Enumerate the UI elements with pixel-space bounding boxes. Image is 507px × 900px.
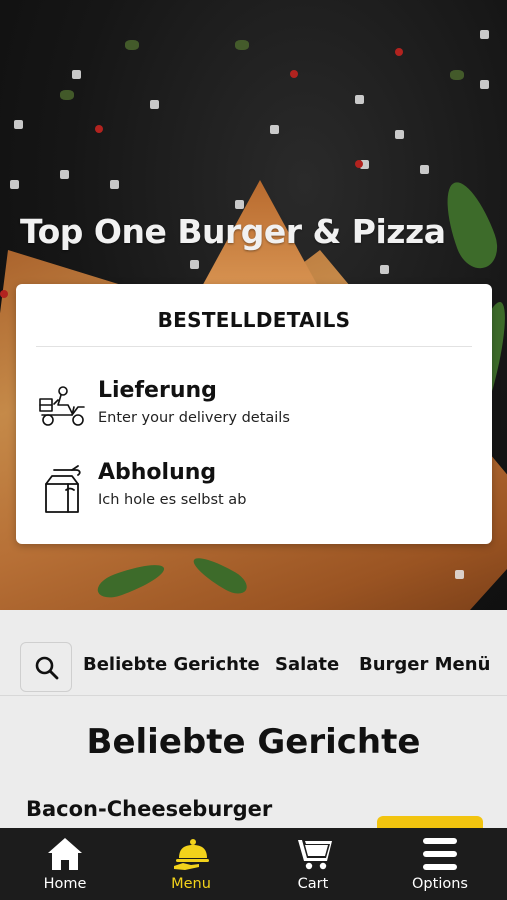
card-title: BESTELLDETAILS <box>157 308 351 332</box>
pickup-option[interactable]: Abholung Ich hole es selbst ab <box>38 456 468 522</box>
salt-grain <box>455 570 464 579</box>
delivery-option[interactable]: Lieferung Enter your delivery details <box>38 374 468 440</box>
herb-fleck <box>450 70 464 80</box>
delivery-scooter-icon <box>39 386 85 426</box>
herb-fleck <box>235 40 249 50</box>
cart-icon <box>296 840 332 870</box>
nav-label: Cart <box>297 876 329 892</box>
salt-grain <box>235 200 244 209</box>
option-description: Ich hole es selbst ab <box>98 492 247 508</box>
nav-label: Home <box>43 876 87 892</box>
salt-grain <box>150 100 159 109</box>
peppercorn <box>0 290 8 298</box>
salt-grain <box>480 30 489 39</box>
salt-grain <box>72 70 81 79</box>
salt-grain <box>420 165 429 174</box>
nav-cart[interactable]: Cart <box>263 828 363 900</box>
salt-grain <box>270 125 279 134</box>
home-icon <box>48 838 82 870</box>
salt-grain <box>395 130 404 139</box>
peppercorn <box>355 160 363 168</box>
search-icon <box>35 656 59 680</box>
bottom-navigation: Home Menu Cart Options <box>0 828 507 900</box>
herb-fleck <box>60 90 74 100</box>
nav-label: Menu <box>171 876 211 892</box>
salt-grain <box>10 180 19 189</box>
salt-grain <box>480 80 489 89</box>
nav-label: Options <box>412 876 468 892</box>
divider <box>36 346 472 347</box>
salt-grain <box>14 120 23 129</box>
salt-grain <box>380 265 389 274</box>
search-button[interactable] <box>20 642 72 692</box>
option-name: Abholung <box>98 460 217 485</box>
category-tab-burger-menu[interactable]: Burger Menü <box>359 654 490 675</box>
category-tab-salads[interactable]: Salate <box>275 654 339 675</box>
salt-grain <box>355 95 364 104</box>
salt-grain <box>110 180 119 189</box>
serving-cloche-icon <box>174 839 209 870</box>
peppercorn <box>95 125 103 133</box>
restaurant-title: Top One Burger & Pizza <box>20 212 446 251</box>
salt-grain <box>190 260 199 269</box>
section-title: Beliebte Gerichte <box>86 722 421 762</box>
order-details-card: BESTELLDETAILS Lieferung Enter your deli… <box>16 284 492 544</box>
herb-fleck <box>125 40 139 50</box>
category-tab-popular[interactable]: Beliebte Gerichte <box>83 654 260 675</box>
peppercorn <box>290 70 298 78</box>
hamburger-menu-icon <box>423 838 457 870</box>
nav-menu[interactable]: Menu <box>141 828 241 900</box>
nav-home[interactable]: Home <box>15 828 115 900</box>
peppercorn <box>395 48 403 56</box>
category-bar: Beliebte Gerichte Salate Burger Menü <box>0 610 507 696</box>
nav-options[interactable]: Options <box>390 828 490 900</box>
salt-grain <box>60 170 69 179</box>
menu-item-name[interactable]: Bacon-Cheeseburger <box>26 797 272 821</box>
option-description: Enter your delivery details <box>98 410 290 426</box>
takeaway-bag-icon <box>45 465 81 513</box>
option-name: Lieferung <box>98 378 217 403</box>
